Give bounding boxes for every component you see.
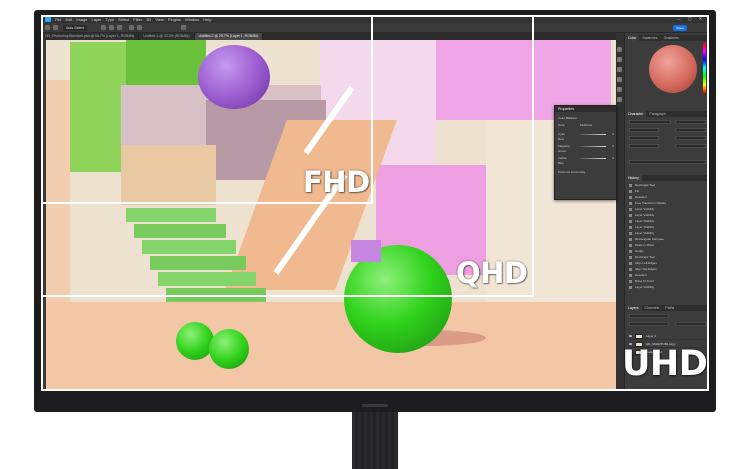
monitor-logo	[362, 404, 388, 407]
uhd-label: UHD	[622, 344, 708, 384]
monitor-stand	[352, 412, 398, 469]
fhd-label: FHD	[303, 165, 370, 199]
qhd-label: QHD	[456, 256, 528, 290]
